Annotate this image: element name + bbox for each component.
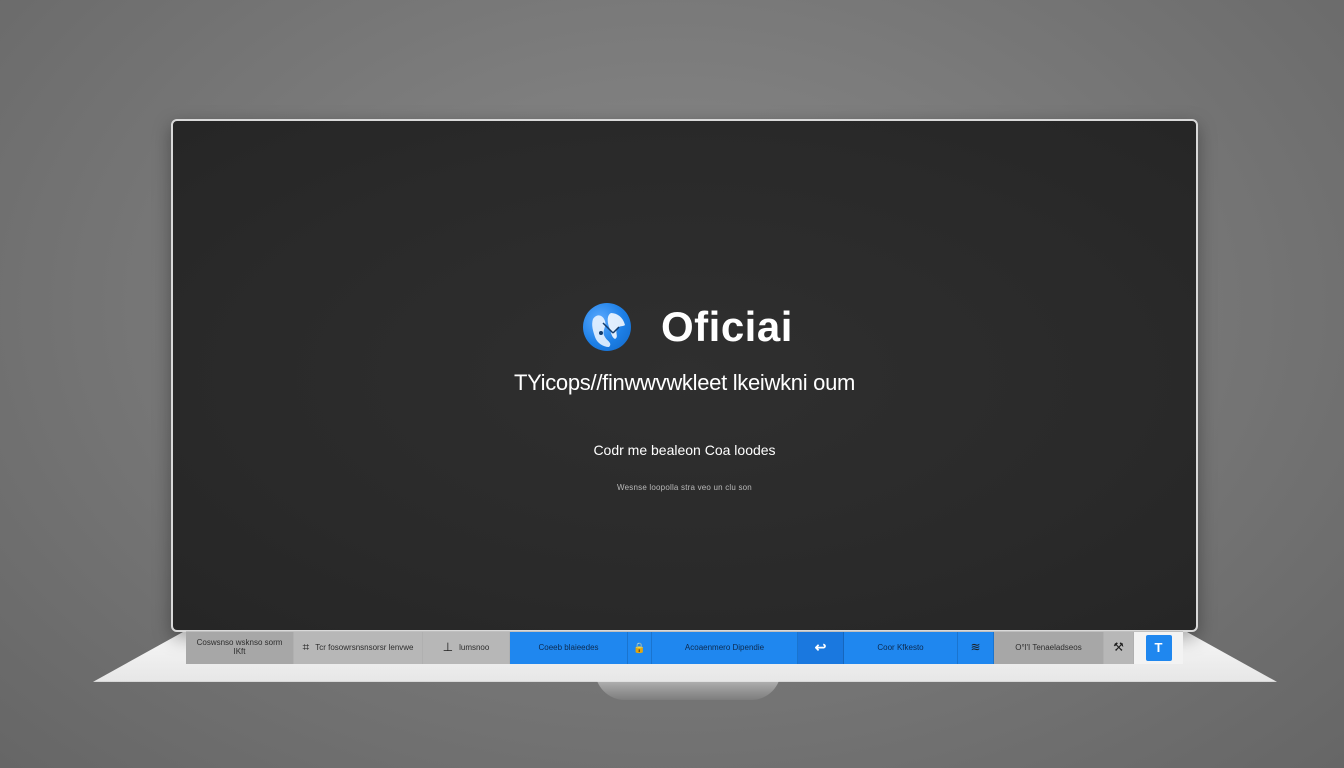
taskbar-item-5[interactable]: 🔒 bbox=[628, 632, 652, 664]
taskbar-item-label: Acoaenmero Dipendie bbox=[684, 642, 765, 652]
t-icon-glyph: T bbox=[1154, 639, 1163, 655]
t-icon[interactable]: T bbox=[1145, 635, 1172, 661]
wave-icon: ≋ bbox=[970, 640, 981, 655]
monitor-screen: Oficiai TYicops//finwwvwkleet lkeiwkni o… bbox=[171, 119, 1198, 632]
brand-name: Oficiai bbox=[661, 303, 793, 350]
taskbar-item-1[interactable]: Coswsnso wsknso sorm IKft bbox=[186, 632, 294, 664]
taskbar-item-label: Coswsnso wsknso sorm IKft bbox=[196, 638, 283, 656]
caption-text: Wesnse loopolla stra veo un clu son bbox=[617, 483, 752, 492]
taskbar-item-label: Coor Kfkesto bbox=[877, 642, 924, 652]
taskbar-item-9[interactable]: ≋ bbox=[958, 632, 994, 664]
subtitle-text: Codr me bealeon Coa loodes bbox=[593, 442, 776, 458]
taskbar: Coswsnso wsknso sorm IKft ⌗ Tcr fosowrsn… bbox=[186, 631, 1183, 664]
taskbar-item-6[interactable]: Acoaenmero Dipendie bbox=[652, 632, 798, 664]
taskbar-item-label: O°l'I Tenaeladseos bbox=[1015, 642, 1082, 652]
taskbar-item-3[interactable]: ⊥ lumsnoo bbox=[423, 632, 510, 664]
lock-icon: 🔒 bbox=[633, 642, 646, 654]
taskbar-item-11[interactable]: ⚒ bbox=[1104, 632, 1134, 664]
tools-icon: ⚒ bbox=[1113, 640, 1124, 655]
arrow-icon: ↩ bbox=[814, 639, 827, 656]
hash-icon: ⌗ bbox=[302, 640, 310, 655]
taskbar-item-4[interactable]: Coeeb blaieedes bbox=[510, 632, 628, 664]
taskbar-item-8[interactable]: Coor Kfkesto bbox=[844, 632, 958, 664]
taskbar-item-label: Coeeb blaieedes bbox=[538, 642, 599, 652]
taskbar-item-7[interactable]: ↩ bbox=[798, 632, 844, 664]
taskbar-item-2[interactable]: ⌗ Tcr fosowrsnsnsorsr lenvwe bbox=[294, 632, 423, 664]
brand-header: Oficiai bbox=[583, 299, 823, 355]
pin-icon: ⊥ bbox=[442, 640, 454, 655]
scene: Oficiai TYicops//finwwvwkleet lkeiwkni o… bbox=[0, 0, 1344, 768]
url-text[interactable]: TYicops//finwwvwkleet lkeiwkni oum bbox=[173, 370, 1196, 396]
taskbar-item-label: Tcr fosowrsnsnsorsr lenvwe bbox=[315, 642, 414, 652]
taskbar-item-label: lumsnoo bbox=[459, 642, 490, 652]
taskbar-item-12[interactable]: T bbox=[1134, 632, 1183, 664]
globe-logo-icon bbox=[583, 303, 631, 351]
taskbar-item-10[interactable]: O°l'I Tenaeladseos bbox=[994, 632, 1104, 664]
